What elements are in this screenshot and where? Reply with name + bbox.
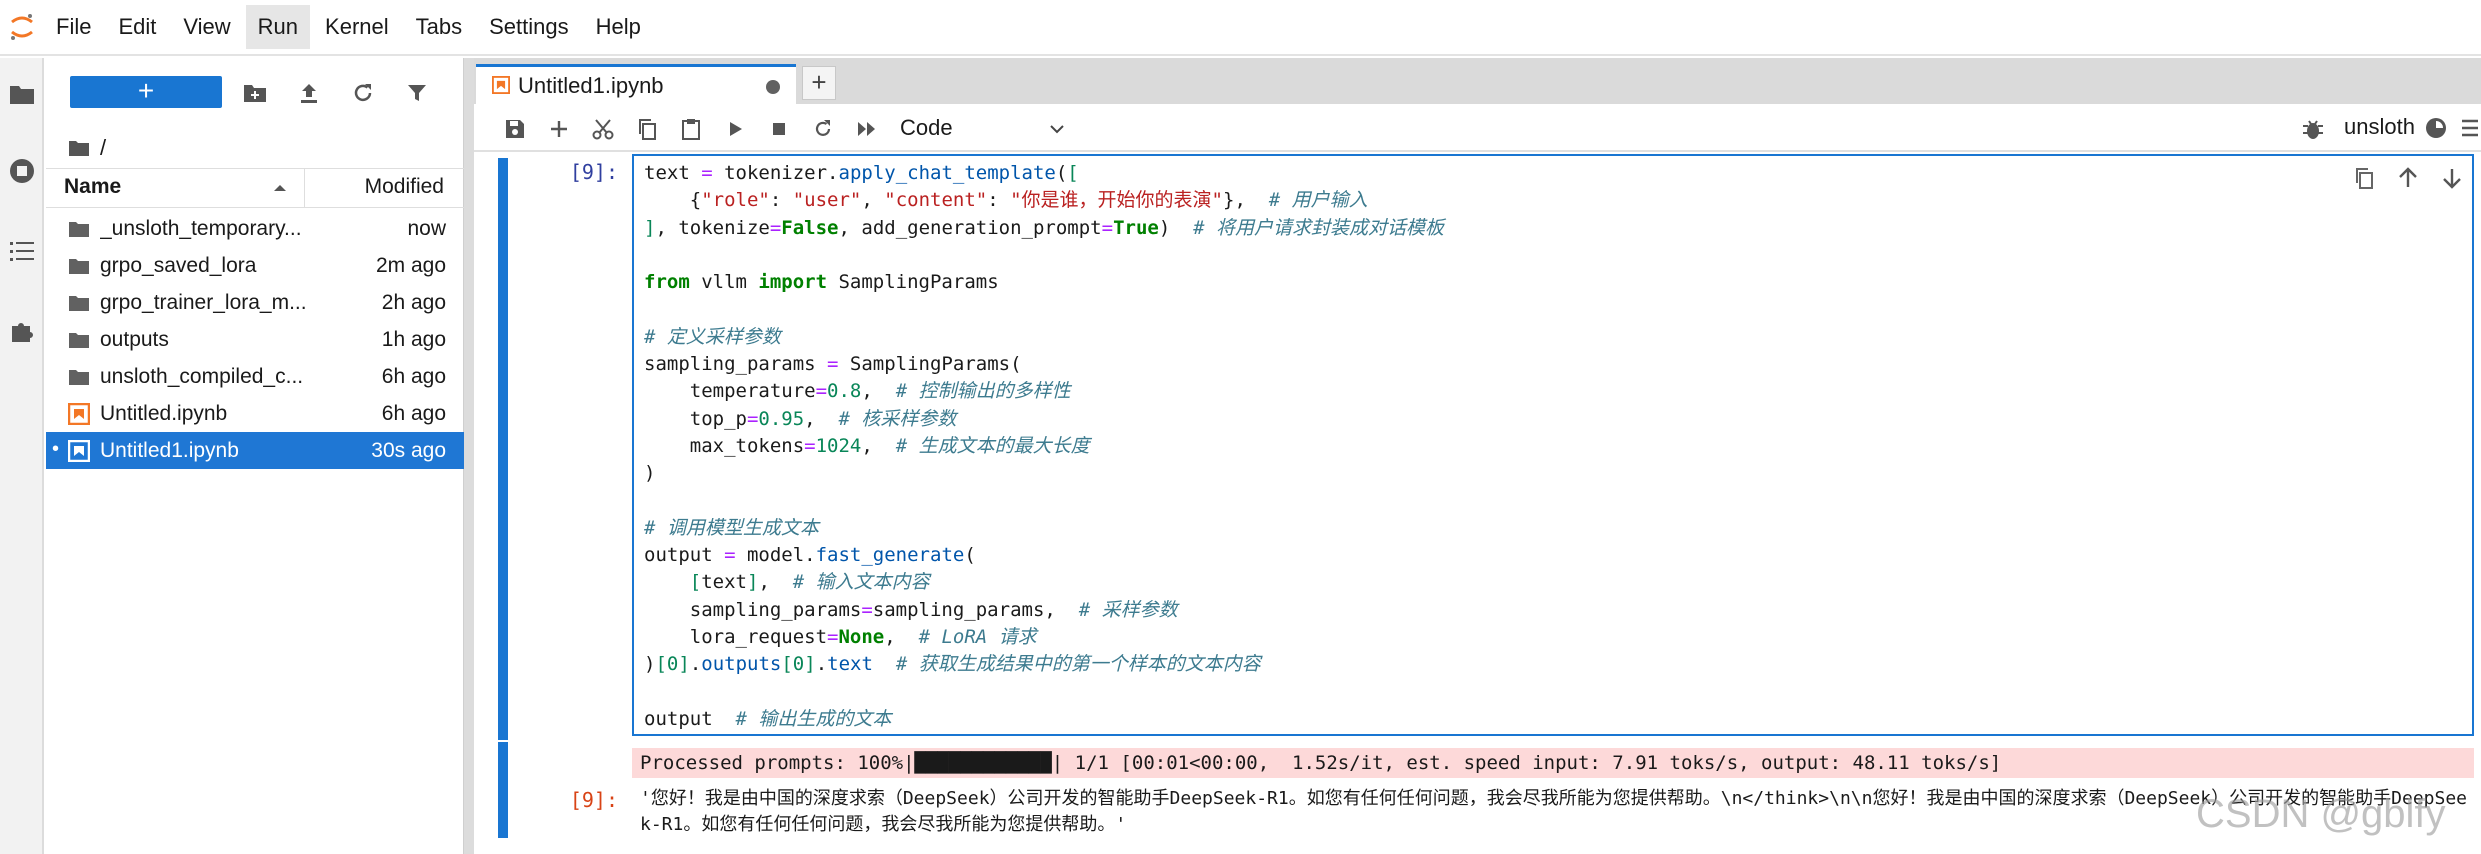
notebook-icon xyxy=(68,403,90,425)
kernel-name[interactable]: unsloth xyxy=(2344,114,2415,140)
menu-icon[interactable] xyxy=(2460,116,2480,140)
output-prompt: [9]: xyxy=(569,788,618,812)
file-browser-toolbar: + xyxy=(46,58,464,128)
notebook-icon xyxy=(68,440,90,462)
cell-type-select[interactable]: Code xyxy=(886,112,1076,144)
menu-view[interactable]: View xyxy=(171,5,242,49)
file-modified: 6h ago xyxy=(381,365,446,388)
code-cell[interactable]: [9]: text = tokenizer.apply_chat_templat… xyxy=(498,154,2481,796)
refresh-icon[interactable] xyxy=(346,76,380,110)
notebook-panel: Untitled1.ipynb + Code unsloth [9]: text… xyxy=(474,58,2481,854)
tab-bar: Untitled1.ipynb + xyxy=(474,58,2481,104)
file-name: outputs xyxy=(100,328,169,351)
copy-icon[interactable] xyxy=(632,114,662,144)
file-name: Untitled.ipynb xyxy=(100,402,228,425)
running-sessions-icon[interactable] xyxy=(4,153,40,189)
restart-run-all-icon[interactable] xyxy=(852,114,882,144)
insert-cell-icon[interactable] xyxy=(544,114,574,144)
menu-kernel[interactable]: Kernel xyxy=(313,5,401,49)
move-down-icon[interactable] xyxy=(2436,162,2468,194)
panel-resize-handle[interactable] xyxy=(464,58,474,854)
output-collapser[interactable] xyxy=(498,742,508,838)
restart-kernel-icon[interactable] xyxy=(808,114,838,144)
file-name: grpo_trainer_lora_m... xyxy=(100,291,307,314)
run-icon[interactable] xyxy=(720,114,750,144)
menu-run[interactable]: Run xyxy=(245,5,311,49)
duplicate-cell-icon[interactable] xyxy=(2348,162,2380,194)
column-divider[interactable] xyxy=(304,169,305,207)
menu-bar: File Edit View Run Kernel Tabs Settings … xyxy=(0,0,2481,56)
stop-icon[interactable] xyxy=(764,114,794,144)
folder-icon xyxy=(69,370,89,385)
tab-notebook[interactable]: Untitled1.ipynb xyxy=(476,64,796,104)
notebook-icon xyxy=(492,76,510,94)
save-icon[interactable] xyxy=(500,114,530,144)
kernel-idle-icon xyxy=(2426,118,2446,138)
breadcrumb-root[interactable]: / xyxy=(100,135,106,161)
left-activity-bar xyxy=(0,58,44,854)
file-modified: 2m ago xyxy=(375,254,446,277)
file-row[interactable]: outputs 1h ago xyxy=(46,321,464,358)
file-browser-panel: + / Name Modified _unsloth_temporary... … xyxy=(46,58,464,854)
upload-icon[interactable] xyxy=(292,76,326,110)
cell-action-toolbar xyxy=(2348,162,2481,196)
cell-type-value: Code xyxy=(900,115,953,140)
menu-edit[interactable]: Edit xyxy=(106,5,168,49)
folder-icon xyxy=(69,259,89,274)
code-editor[interactable]: text = tokenizer.apply_chat_template([ {… xyxy=(632,154,2474,736)
file-browser-icon[interactable] xyxy=(4,76,40,112)
file-row[interactable]: unsloth_compiled_c... 6h ago xyxy=(46,358,464,395)
file-name: _unsloth_temporary... xyxy=(100,217,302,240)
file-row[interactable]: _unsloth_temporary... now xyxy=(46,210,464,247)
column-modified-header[interactable]: Modified xyxy=(365,175,444,199)
file-modified: now xyxy=(407,217,446,240)
notebook-toolbar: Code unsloth xyxy=(474,104,2481,152)
filter-icon[interactable] xyxy=(400,76,434,110)
running-indicator: • xyxy=(52,438,60,460)
file-row[interactable]: Untitled.ipynb 6h ago xyxy=(46,395,464,432)
bug-icon[interactable] xyxy=(2300,116,2326,142)
file-modified: 6h ago xyxy=(381,402,446,425)
table-of-contents-icon[interactable] xyxy=(4,233,40,269)
extension-manager-icon[interactable] xyxy=(4,313,40,349)
menu-settings[interactable]: Settings xyxy=(477,5,581,49)
file-modified: 1h ago xyxy=(381,328,446,351)
tab-title: Untitled1.ipynb xyxy=(518,73,664,98)
breadcrumb: / xyxy=(68,130,106,166)
file-row-selected[interactable]: • Untitled1.ipynb 30s ago xyxy=(46,432,464,469)
file-modified: 2h ago xyxy=(381,291,446,314)
stderr-progress-output: Processed prompts: 100%|████████████| 1/… xyxy=(632,748,2474,778)
chevron-down-icon xyxy=(1050,125,1064,134)
menu-help[interactable]: Help xyxy=(584,5,653,49)
unsaved-changes-icon[interactable] xyxy=(766,80,780,94)
column-name-header[interactable]: Name xyxy=(64,175,121,199)
folder-icon[interactable] xyxy=(68,139,90,157)
folder-icon xyxy=(69,333,89,348)
file-name: Untitled1.ipynb xyxy=(100,439,239,462)
cut-icon[interactable] xyxy=(588,114,618,144)
input-prompt: [9]: xyxy=(569,160,618,184)
add-tab-button[interactable]: + xyxy=(802,66,836,100)
file-row[interactable]: grpo_saved_lora 2m ago xyxy=(46,247,464,284)
sort-ascending-icon[interactable] xyxy=(268,176,292,200)
paste-icon[interactable] xyxy=(676,114,706,144)
new-launcher-button[interactable]: + xyxy=(70,76,222,108)
file-modified: 30s ago xyxy=(371,439,446,462)
folder-icon xyxy=(69,222,89,237)
cell-collapser[interactable] xyxy=(498,158,508,740)
cell-output-area: Processed prompts: 100%|████████████| 1/… xyxy=(498,742,2481,854)
file-list-header: Name Modified xyxy=(46,168,464,208)
new-folder-icon[interactable] xyxy=(238,76,272,110)
file-row[interactable]: grpo_trainer_lora_m... 2h ago xyxy=(46,284,464,321)
watermark-text: CSDN @gblfy xyxy=(2196,792,2446,836)
code-content[interactable]: text = tokenizer.apply_chat_template([ {… xyxy=(644,160,1444,733)
menu-tabs[interactable]: Tabs xyxy=(404,5,474,49)
folder-icon xyxy=(69,296,89,311)
menu-file[interactable]: File xyxy=(44,5,103,49)
jupyter-logo-icon xyxy=(0,0,44,55)
file-name: unsloth_compiled_c... xyxy=(100,365,304,388)
file-name: grpo_saved_lora xyxy=(100,254,257,277)
move-up-icon[interactable] xyxy=(2392,162,2424,194)
